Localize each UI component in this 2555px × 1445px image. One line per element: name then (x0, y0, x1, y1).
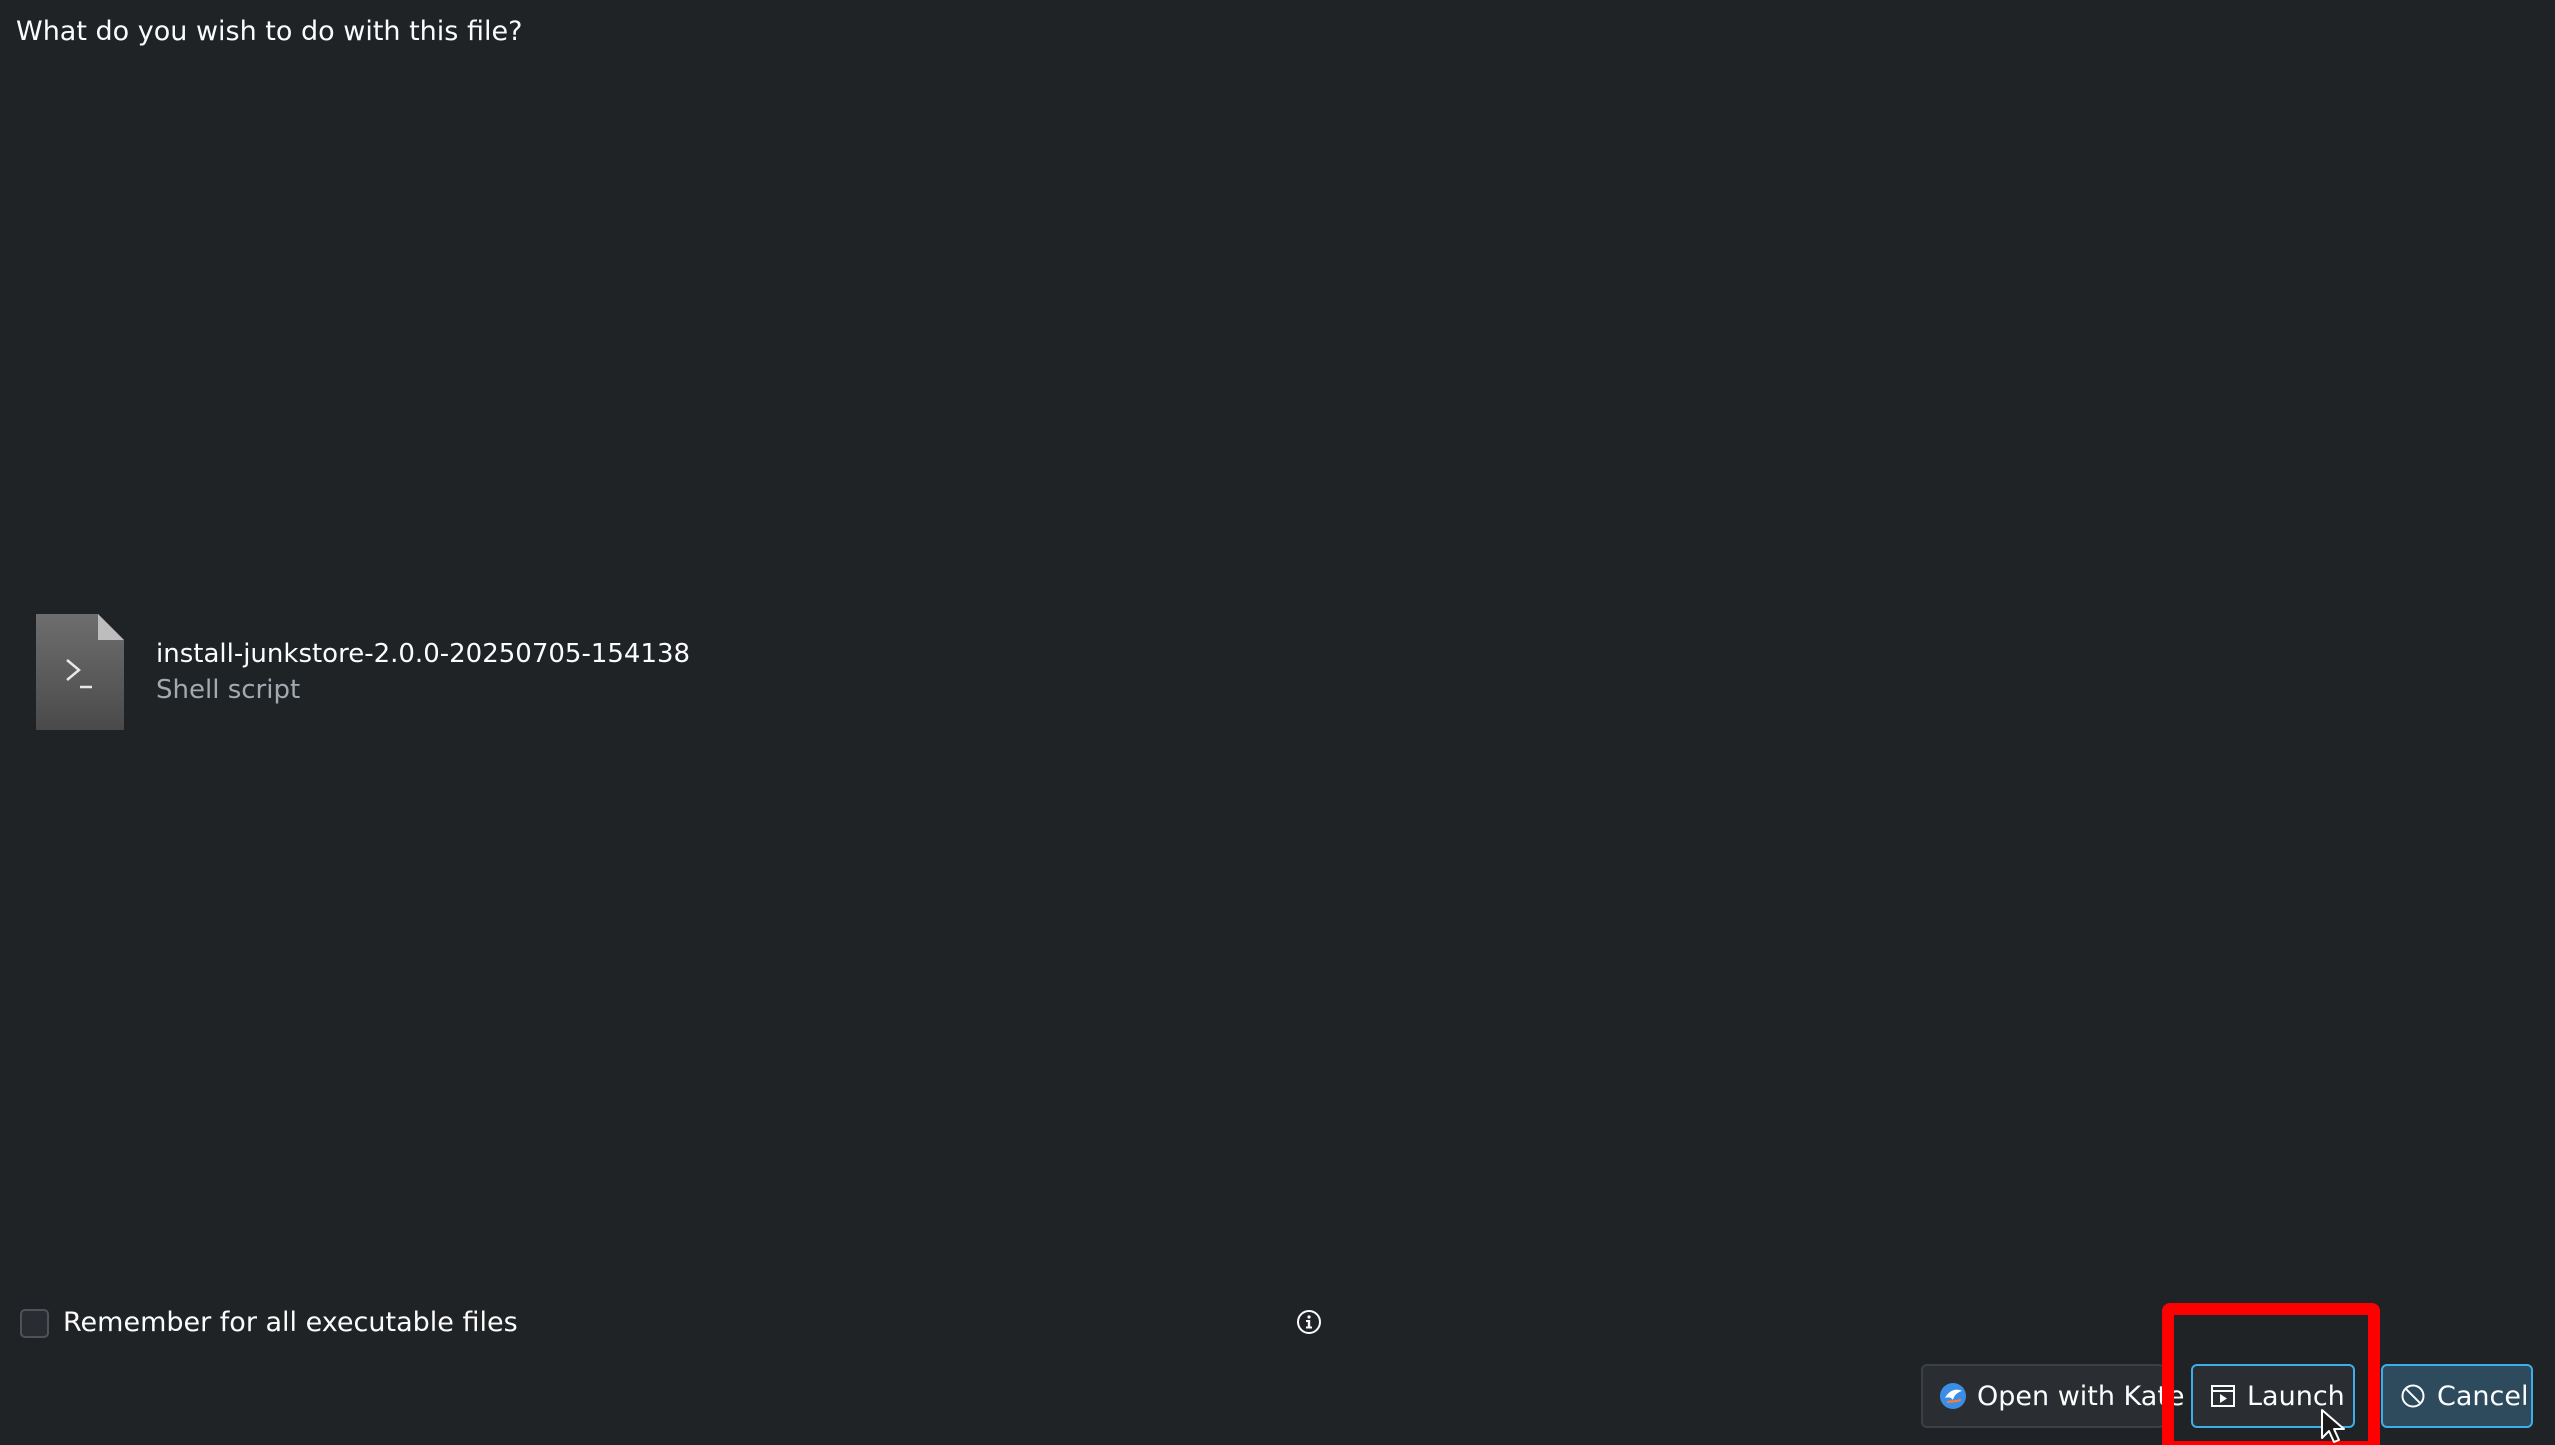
dialog-button-bar: Open with Kate Launch Cancel (1921, 1364, 2533, 1428)
shell-script-file-icon (36, 614, 124, 730)
remember-checkbox[interactable] (20, 1308, 49, 1338)
dialog-question: What do you wish to do with this file? (16, 16, 523, 47)
open-with-kate-label: Open with Kate (1977, 1380, 2185, 1412)
launch-label: Launch (2247, 1380, 2345, 1412)
file-type: Shell script (156, 675, 301, 705)
cancel-button[interactable]: Cancel (2381, 1364, 2533, 1428)
launch-button[interactable]: Launch (2191, 1364, 2355, 1428)
info-icon[interactable] (1296, 1309, 1322, 1335)
open-with-kate-button[interactable]: Open with Kate (1921, 1364, 2185, 1428)
file-info: install-junkstore-2.0.0-20250705-154138 … (36, 614, 690, 730)
launch-icon (2211, 1385, 2235, 1407)
execute-file-dialog: What do you wish to do with this file? i… (0, 0, 2555, 1445)
remember-label: Remember for all executable files (63, 1307, 518, 1338)
cancel-label: Cancel (2437, 1380, 2529, 1412)
remember-option[interactable]: Remember for all executable files (20, 1305, 518, 1341)
file-name: install-junkstore-2.0.0-20250705-154138 (156, 639, 691, 669)
kate-icon (1940, 1383, 1966, 1409)
cancel-icon (2401, 1384, 2425, 1408)
